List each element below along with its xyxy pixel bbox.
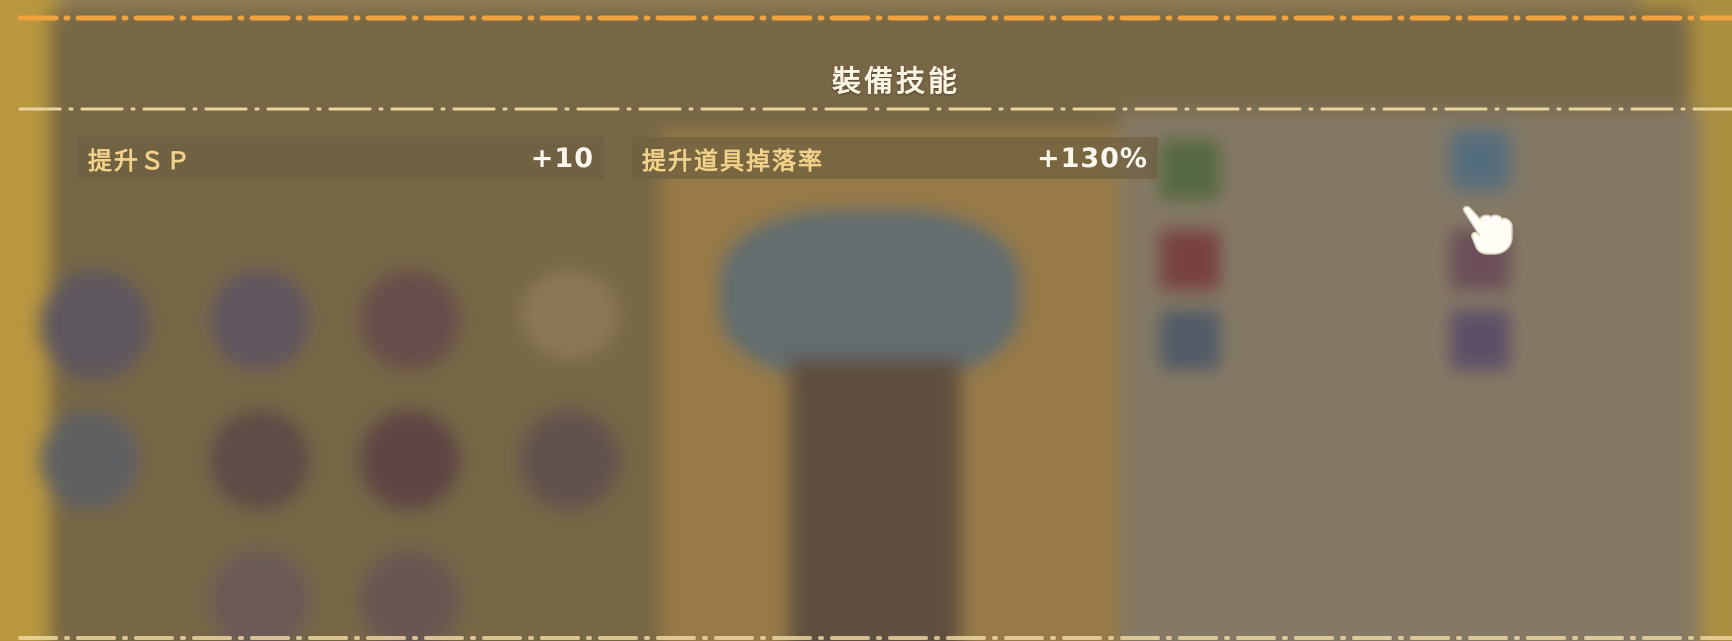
title-divider-line (0, 104, 1732, 114)
skill-value: +10 (530, 142, 594, 174)
skill-panel-overlay: 裝備技能 提升ＳＰ +10 提升道具掉落率 +130% (0, 0, 1732, 641)
skill-row-drop-rate: 提升道具掉落率 +130% (632, 137, 1158, 179)
pointing-hand-icon (1458, 203, 1518, 259)
top-border-line (0, 12, 1732, 24)
skill-name: 提升道具掉落率 (642, 146, 824, 175)
game-screen: 裝備技能 提升ＳＰ +10 提升道具掉落率 +130% (0, 0, 1732, 641)
skill-row-sp: 提升ＳＰ +10 (78, 137, 604, 179)
skill-value: +130% (1036, 142, 1148, 174)
panel-title: 裝備技能 (831, 64, 960, 98)
bottom-border-line (0, 634, 1732, 641)
skill-name: 提升ＳＰ (88, 146, 192, 175)
